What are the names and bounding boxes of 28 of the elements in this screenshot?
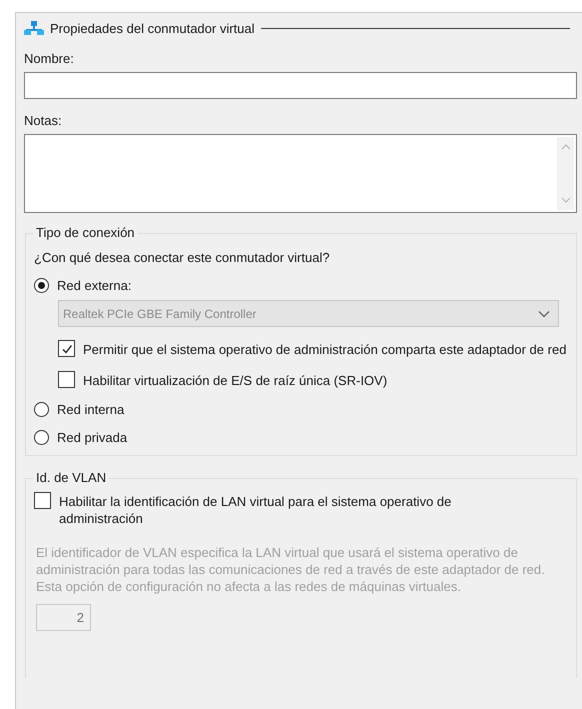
name-field[interactable] [24, 72, 577, 99]
dropdown-value: Realtek PCIe GBE Family Controller [63, 306, 256, 320]
field-label: Notas: [24, 113, 63, 129]
group-title: Tipo de conexión [33, 225, 138, 240]
radio-label: Red privada [57, 430, 128, 445]
field-label: Nombre: [24, 51, 75, 67]
group-title: Id. de VLAN [33, 470, 110, 485]
radio-label: Red interna [57, 402, 124, 417]
checkbox-label: Permitir que el sistema operativo de administración comparta este adaptador de red [83, 341, 566, 358]
adapter-dropdown[interactable]: Realtek PCIe GBE Family Controller [58, 300, 559, 327]
network-icon [24, 21, 44, 35]
question-text: ¿Con qué desea conectar este conmutador virtual? [34, 250, 331, 265]
checkbox-label: Habilitar virtualización de E/S de raíz única (SR-IOV) [83, 372, 388, 389]
radio-label: Red externa: [57, 278, 132, 293]
panel-title: Propiedades del conmutador virtual [50, 20, 255, 36]
checkbox-label: Habilitar la identificación de LAN virtual para el sistema operativo de administración [59, 493, 452, 527]
checkbox[interactable] [58, 371, 75, 388]
description-text: El identificador de VLAN especifica la LAN virtual que usará el sistema operativo de administración para todas las comunicaciones de red a través de este adaptador de red. Esta opción de configuración no afecta a las redes de máquinas virtuales. [36, 544, 546, 595]
scroll-up-icon [560, 143, 570, 151]
radio-button[interactable] [34, 278, 49, 293]
scrollbar[interactable] [557, 137, 574, 210]
notes-field[interactable] [24, 134, 577, 213]
checkbox[interactable] [58, 340, 75, 357]
check-icon [60, 342, 72, 354]
radio-button[interactable] [34, 430, 49, 445]
chevron-down-icon [538, 310, 550, 318]
scroll-down-icon [560, 196, 570, 204]
radio-button[interactable] [34, 402, 49, 417]
